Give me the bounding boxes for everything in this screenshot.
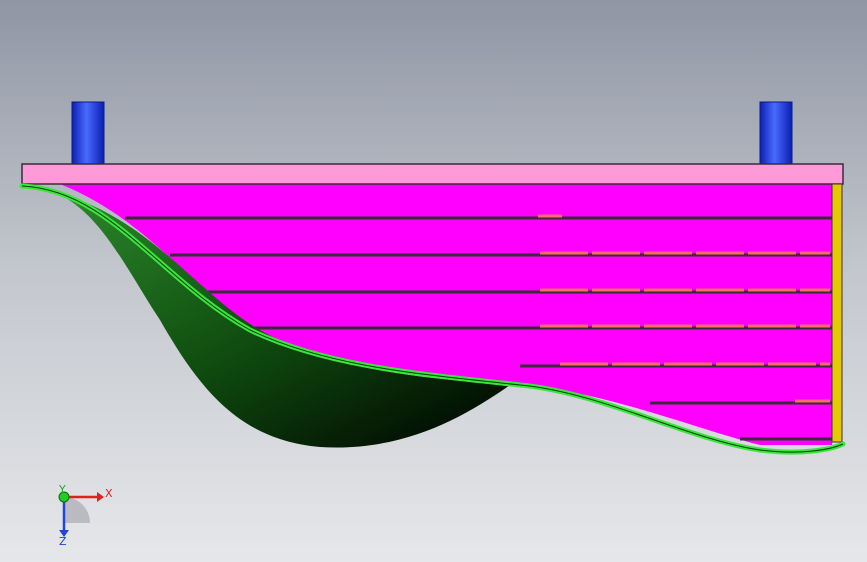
graphics-viewport[interactable]: X Y Z — [0, 0, 867, 562]
z-axis-label: Z — [59, 535, 67, 548]
left-post[interactable] — [71, 101, 105, 165]
top-plate[interactable] — [21, 163, 844, 185]
coordinate-triad: X Y Z — [58, 483, 113, 548]
y-axis-label: Y — [58, 483, 66, 496]
right-post[interactable] — [759, 101, 793, 165]
x-axis-label: X — [105, 487, 113, 500]
model-scene[interactable]: X Y Z — [0, 0, 867, 562]
right-end-plate[interactable] — [831, 183, 843, 443]
